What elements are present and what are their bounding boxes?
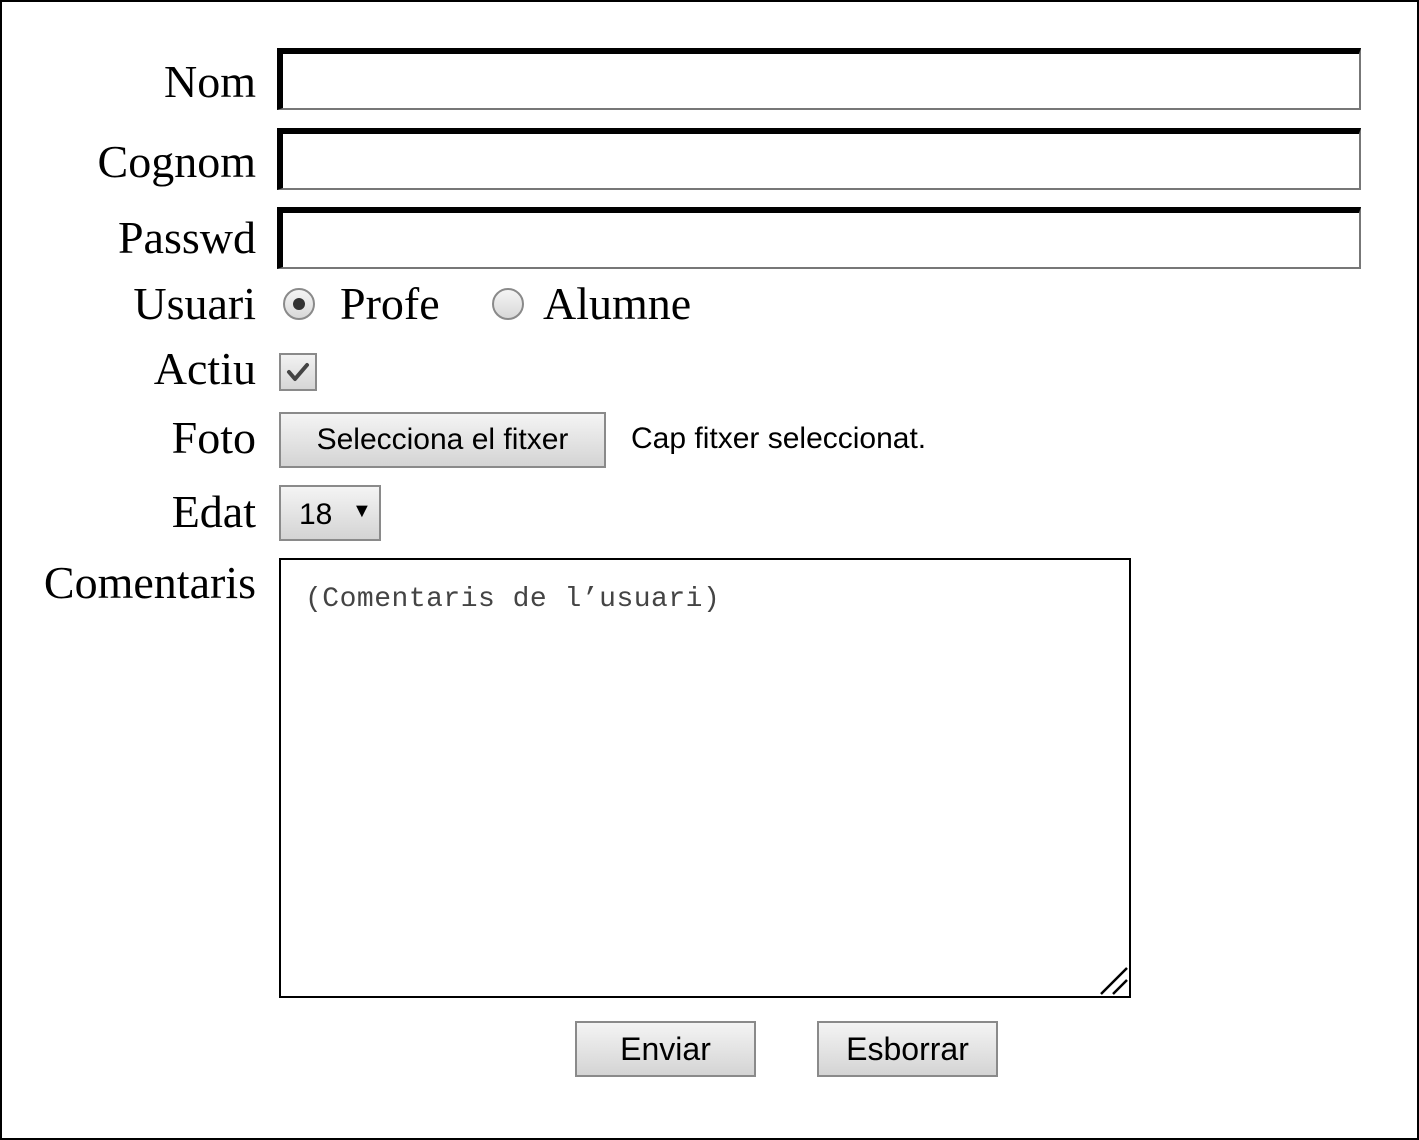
comentaris-placeholder: (Comentaris de l’usuari): [305, 584, 721, 615]
edat-select[interactable]: 18 ▼: [279, 485, 381, 541]
comentaris-label: Comentaris: [43, 557, 256, 608]
enviar-button[interactable]: Enviar: [575, 1021, 756, 1077]
edat-selected-value: 18: [299, 498, 333, 531]
passwd-input[interactable]: [277, 207, 1361, 269]
actiu-checkbox[interactable]: [279, 353, 317, 391]
actiu-label: Actiu: [153, 343, 256, 394]
passwd-label: Passwd: [117, 212, 256, 263]
file-status-text: Cap fitxer seleccionat.: [631, 422, 927, 455]
esborrar-button[interactable]: Esborrar: [817, 1021, 998, 1077]
radio-alumne[interactable]: [492, 288, 524, 320]
cognom-label: Cognom: [97, 136, 256, 187]
radio-selected-dot: [293, 298, 305, 310]
comentaris-textarea[interactable]: (Comentaris de l’usuari): [279, 558, 1131, 998]
radio-profe-label: Profe: [340, 278, 440, 329]
cognom-input[interactable]: [277, 128, 1361, 190]
nom-label: Nom: [164, 56, 256, 107]
edat-label: Edat: [171, 486, 256, 537]
resize-grip-icon[interactable]: [1099, 966, 1129, 996]
usuari-label: Usuari: [133, 278, 256, 329]
select-file-button[interactable]: Selecciona el fitxer: [279, 412, 606, 468]
radio-alumne-label: Alumne: [543, 278, 692, 329]
dropdown-arrow-icon: ▼: [352, 500, 372, 522]
foto-label: Foto: [171, 412, 256, 463]
checkmark-icon: [287, 363, 309, 381]
radio-profe[interactable]: [283, 288, 315, 320]
nom-input[interactable]: [277, 48, 1361, 110]
form-page: Nom Cognom Passwd Usuari Profe Alumne Ac…: [0, 0, 1419, 1140]
